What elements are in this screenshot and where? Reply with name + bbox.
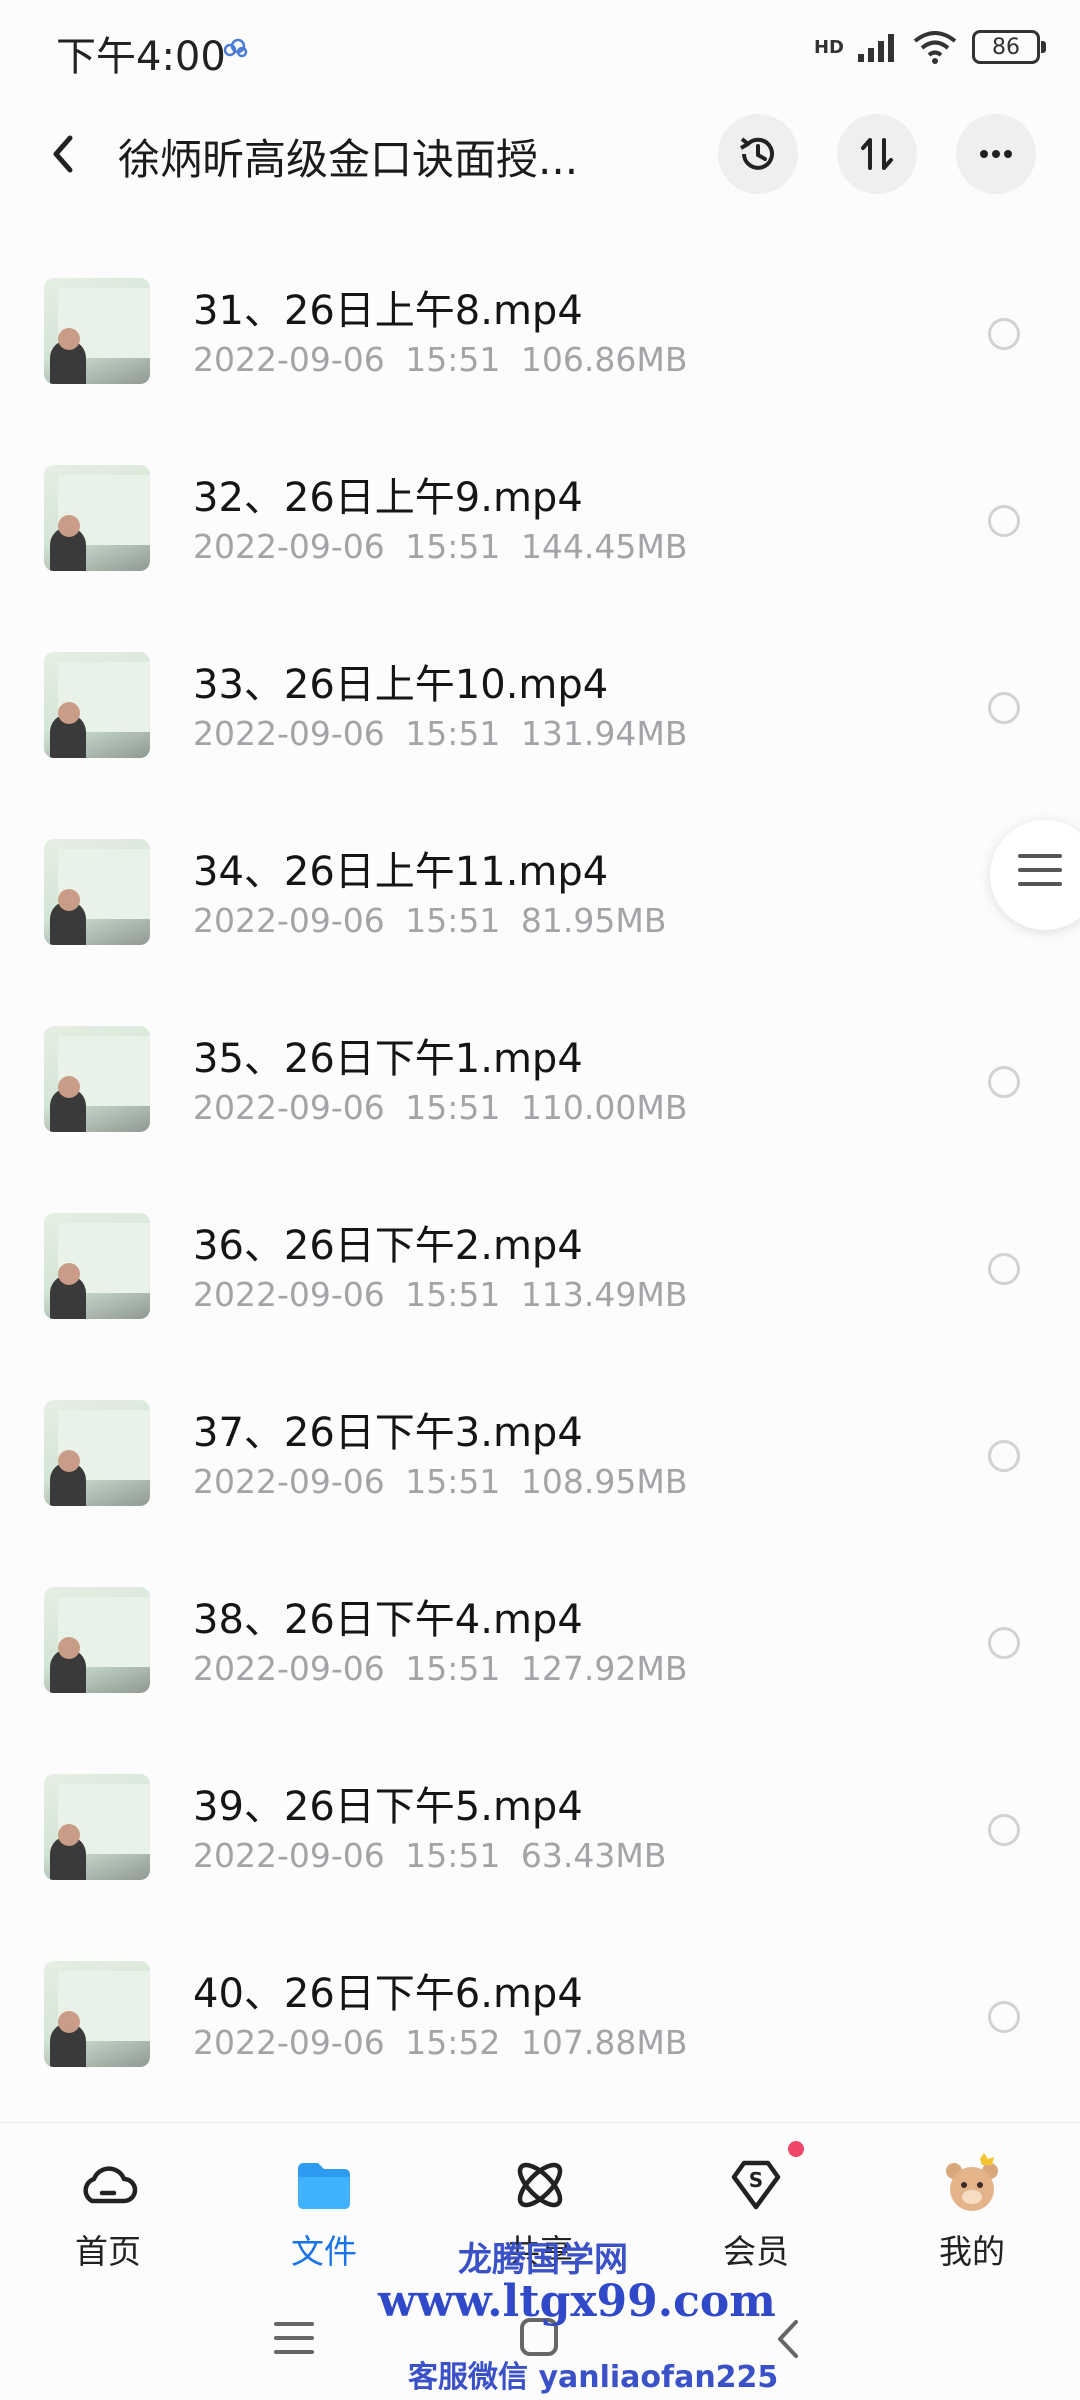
page-title: 徐炳昕高级金口诀面授... xyxy=(118,135,579,184)
status-bar: 下午4:00 HD 86 xyxy=(0,0,1080,100)
video-thumbnail xyxy=(44,278,150,384)
file-row[interactable]: 39、26日下午5.mp4 2022-09-06 15:51 63.43MB xyxy=(0,1734,1080,1921)
vip-diamond-icon: S xyxy=(731,2160,781,2210)
history-icon xyxy=(740,137,774,170)
video-thumbnail xyxy=(44,652,150,758)
file-meta: 2022-09-06 15:51 106.86MB xyxy=(193,340,688,379)
sort-button[interactable] xyxy=(837,114,917,194)
header: 徐炳昕高级金口诀面授... xyxy=(0,110,1080,200)
notification-dot xyxy=(788,2141,804,2157)
file-meta: 2022-09-06 15:51 63.43MB xyxy=(193,1836,667,1875)
more-dots-icon xyxy=(980,150,1012,158)
select-radio[interactable] xyxy=(988,692,1020,724)
file-meta: 2022-09-06 15:51 144.45MB xyxy=(193,527,688,566)
file-name: 31、26日上午8.mp4 xyxy=(193,288,583,334)
sort-icon xyxy=(861,138,893,170)
watermark-contact: 客服微信 yanliaofan225 xyxy=(408,2360,779,2395)
bear-avatar-icon xyxy=(946,2153,998,2211)
history-button[interactable] xyxy=(718,114,798,194)
file-name: 36、26日下午2.mp4 xyxy=(193,1223,583,1269)
watermark-url: www.ltgx99.com xyxy=(378,2276,776,2327)
select-radio[interactable] xyxy=(988,505,1020,537)
video-thumbnail xyxy=(44,1774,150,1880)
video-thumbnail xyxy=(44,465,150,571)
cloud-sync-icon xyxy=(223,38,248,58)
file-name: 32、26日上午9.mp4 xyxy=(193,475,583,521)
file-meta: 2022-09-06 15:51 108.95MB xyxy=(193,1462,688,1501)
file-row[interactable]: 36、26日下午2.mp4 2022-09-06 15:51 113.49MB xyxy=(0,1173,1080,1360)
file-name: 34、26日上午11.mp4 xyxy=(193,849,609,895)
nav-home[interactable]: 首页 xyxy=(38,2153,178,2273)
file-meta: 2022-09-06 15:51 113.49MB xyxy=(193,1275,688,1314)
file-row[interactable]: 35、26日下午1.mp4 2022-09-06 15:51 110.00MB xyxy=(0,986,1080,1173)
file-row[interactable]: 34、26日上午11.mp4 2022-09-06 15:51 81.95MB xyxy=(0,799,1080,986)
cloud-home-icon xyxy=(83,2166,138,2204)
video-thumbnail xyxy=(44,1213,150,1319)
signal-icon xyxy=(858,34,894,62)
video-thumbnail xyxy=(44,1026,150,1132)
nav-label: 首页 xyxy=(75,2232,141,2271)
battery-indicator: 86 xyxy=(972,30,1046,64)
select-radio[interactable] xyxy=(988,1627,1020,1659)
battery-level: 86 xyxy=(992,34,1020,60)
nav-label: 会员 xyxy=(723,2232,789,2271)
file-row[interactable]: 33、26日上午10.mp4 2022-09-06 15:51 131.94MB xyxy=(0,612,1080,799)
recent-apps-icon[interactable] xyxy=(272,2318,316,2358)
file-row[interactable]: 38、26日下午4.mp4 2022-09-06 15:51 127.92MB xyxy=(0,1547,1080,1734)
file-meta: 2022-09-06 15:51 131.94MB xyxy=(193,714,688,753)
video-thumbnail xyxy=(44,1587,150,1693)
select-radio[interactable] xyxy=(988,318,1020,350)
nav-vip[interactable]: S 会员 xyxy=(686,2141,826,2273)
nav-profile[interactable]: 我的 xyxy=(902,2153,1042,2273)
nav-files[interactable]: 文件 xyxy=(254,2153,394,2273)
svg-text:S: S xyxy=(749,2168,763,2192)
atom-share-icon xyxy=(517,2162,563,2208)
hd-label: HD xyxy=(813,36,844,58)
video-thumbnail xyxy=(44,1961,150,2067)
file-meta: 2022-09-06 15:52 107.88MB xyxy=(193,2023,688,2062)
file-meta: 2022-09-06 15:51 127.92MB xyxy=(193,1649,688,1688)
select-radio[interactable] xyxy=(988,1440,1020,1472)
file-name: 38、26日下午4.mp4 xyxy=(193,1597,583,1643)
file-row[interactable]: 40、26日下午6.mp4 2022-09-06 15:52 107.88MB xyxy=(0,1921,1080,2108)
file-row[interactable]: 32、26日上午9.mp4 2022-09-06 15:51 144.45MB xyxy=(0,425,1080,612)
file-meta: 2022-09-06 15:51 81.95MB xyxy=(193,901,667,940)
back-button[interactable] xyxy=(40,126,90,182)
nav-label: 我的 xyxy=(939,2232,1005,2271)
file-name: 33、26日上午10.mp4 xyxy=(193,662,609,708)
folder-icon xyxy=(298,2163,350,2209)
select-radio[interactable] xyxy=(988,1814,1020,1846)
file-name: 39、26日下午5.mp4 xyxy=(193,1784,583,1830)
chevron-left-icon xyxy=(53,135,73,173)
file-row[interactable]: 37、26日下午3.mp4 2022-09-06 15:51 108.95MB xyxy=(0,1360,1080,1547)
file-meta: 2022-09-06 15:51 110.00MB xyxy=(193,1088,688,1127)
status-time: 下午4:00 xyxy=(56,34,226,80)
file-list: 31、26日上午8.mp4 2022-09-06 15:51 106.86MB … xyxy=(0,238,1080,2108)
file-row[interactable]: 31、26日上午8.mp4 2022-09-06 15:51 106.86MB xyxy=(0,238,1080,425)
file-name: 35、26日下午1.mp4 xyxy=(193,1036,583,1082)
select-radio[interactable] xyxy=(988,1253,1020,1285)
watermark-site-name: 龙腾国学网 xyxy=(458,2240,628,2280)
nav-label: 文件 xyxy=(291,2232,357,2271)
video-thumbnail xyxy=(44,1400,150,1506)
select-radio[interactable] xyxy=(988,1066,1020,1098)
file-name: 40、26日下午6.mp4 xyxy=(193,1971,583,2017)
select-radio[interactable] xyxy=(988,2001,1020,2033)
file-name: 37、26日下午3.mp4 xyxy=(193,1410,583,1456)
video-thumbnail xyxy=(44,839,150,945)
wifi-icon xyxy=(913,31,957,64)
more-button[interactable] xyxy=(956,114,1036,194)
menu-lines-icon xyxy=(1018,854,1062,896)
